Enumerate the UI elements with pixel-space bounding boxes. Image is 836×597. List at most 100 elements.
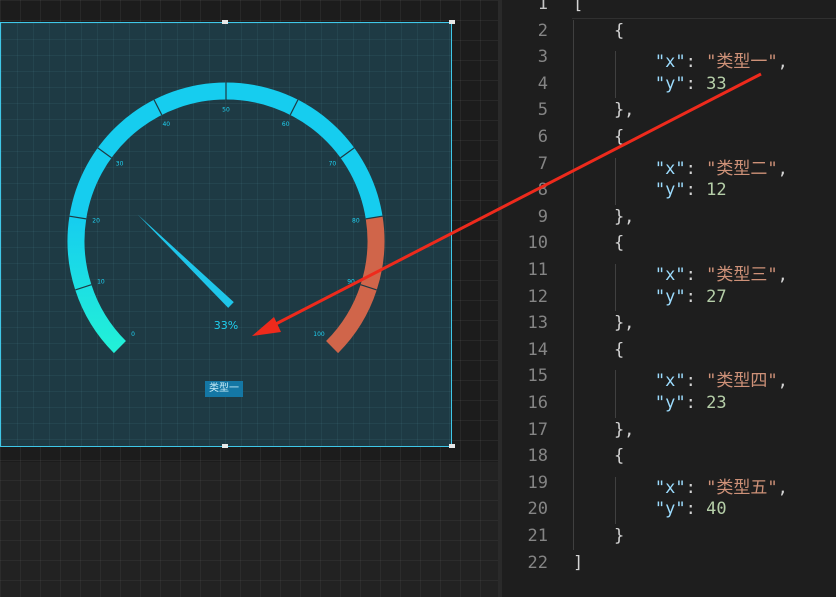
line-number: 11 (527, 260, 548, 280)
code-token: : (685, 73, 707, 94)
code-token: }, (573, 419, 635, 440)
code-line[interactable]: 15 "x": "类型四", (502, 366, 836, 393)
code-text: { (573, 446, 624, 466)
code-token: }, (573, 100, 635, 121)
code-token: [ (573, 0, 584, 14)
line-number: 8 (537, 180, 548, 201)
code-token: 40 (706, 499, 727, 520)
code-token: : (685, 499, 707, 520)
code-token: "y" (654, 286, 686, 307)
code-line[interactable]: 10 { (502, 233, 836, 260)
code-line[interactable]: 3 "x": "类型一", (502, 47, 836, 74)
gauge-name-badge: 类型一 (205, 381, 243, 397)
code-token: "类型三" (706, 265, 778, 285)
gauge-tick-label: 0 (131, 331, 135, 338)
line-number: 21 (527, 526, 548, 546)
code-line[interactable]: 2 { (502, 21, 836, 48)
line-number: 6 (537, 127, 548, 147)
code-line[interactable]: 13 }, (502, 313, 836, 340)
code-line[interactable]: 16 "y": 23 (502, 393, 836, 420)
code-line[interactable]: 11 "x": "类型三", (502, 260, 836, 287)
code-text: "x": "类型四", (573, 366, 788, 391)
code-token: : (685, 52, 707, 73)
gauge-tick-label: 30 (116, 161, 124, 168)
code-text: { (573, 21, 624, 41)
code-token: : (685, 180, 707, 201)
gauge-widget[interactable]: 0 10 20 30 40 50 60 70 80 90 100 33% 类型一 (0, 20, 455, 448)
code-line[interactable]: 6 { (502, 127, 836, 154)
resize-handle-bottom-right[interactable] (449, 444, 455, 448)
code-token: , (777, 371, 788, 392)
code-line[interactable]: 12 "y": 27 (502, 287, 836, 314)
code-token: 27 (706, 286, 727, 307)
code-line[interactable]: 7 "x": "类型二", (502, 154, 836, 181)
code-token: "类型四" (706, 371, 778, 392)
line-number: 14 (527, 339, 548, 360)
line-number: 1 (537, 0, 548, 14)
code-text: "y": 33 (573, 74, 727, 94)
code-token: "类型五" (706, 477, 778, 498)
code-line[interactable]: 17 }, (502, 420, 836, 447)
code-token: { (573, 446, 625, 467)
line-number: 9 (537, 206, 548, 227)
gauge-pointer (137, 214, 234, 308)
json-code-editor[interactable]: 1[2 {3 "x": "类型一", 4 "y": 33 5 }, 6 {7 "x":… (502, 0, 836, 597)
code-line[interactable]: 9 }, (502, 207, 836, 234)
gauge-tick-label: 10 (97, 279, 105, 286)
code-text: { (573, 340, 624, 360)
gauge-tick-label: 40 (162, 121, 170, 128)
line-number: 20 (527, 499, 548, 520)
design-canvas[interactable]: 0 10 20 30 40 50 60 70 80 90 100 33% 类型一 (0, 0, 500, 462)
code-token: "x" (654, 477, 686, 498)
resize-handle-top[interactable] (222, 20, 228, 24)
code-token: : (685, 477, 707, 498)
code-line[interactable]: 8 "y": 12 (502, 180, 836, 207)
code-token: "x" (654, 371, 686, 392)
code-line[interactable]: 19 "x": "类型五", (502, 473, 836, 500)
code-line[interactable]: 18 { (502, 446, 836, 473)
code-token: "y" (654, 499, 686, 520)
code-token: "x" (654, 52, 686, 73)
line-number: 13 (527, 313, 548, 334)
code-token: : (685, 158, 707, 179)
code-token: : (685, 265, 707, 285)
code-line[interactable]: 21 } (502, 526, 836, 553)
code-token: } (573, 526, 625, 546)
code-line[interactable]: 20 "y": 40 (502, 499, 836, 526)
code-token: 33 (706, 73, 727, 94)
resize-handle-top-right[interactable] (449, 20, 455, 24)
line-number: 4 (537, 73, 548, 94)
code-token: "y" (654, 180, 686, 201)
code-line[interactable]: 14 { (502, 340, 836, 367)
code-token: , (777, 265, 788, 285)
code-line[interactable]: 5 }, (502, 100, 836, 127)
code-token: { (573, 20, 625, 41)
code-line[interactable]: 1[ (502, 0, 836, 21)
code-token: { (573, 127, 625, 147)
code-text: "y": 40 (573, 499, 727, 519)
gauge-value-label: 33% (213, 319, 239, 332)
code-line[interactable]: 22] (502, 553, 836, 580)
code-text: "y": 12 (573, 180, 727, 200)
code-token: }, (573, 313, 635, 334)
code-token: { (573, 339, 625, 360)
code-text: { (573, 127, 624, 147)
gauge-tick-label: 20 (92, 217, 100, 224)
code-line[interactable]: 4 "y": 33 (502, 74, 836, 101)
code-token: , (777, 158, 788, 179)
gauge-tick-label: 90 (347, 279, 355, 286)
resize-handle-bottom[interactable] (222, 444, 228, 448)
code-token: "x" (654, 158, 686, 179)
line-number: 10 (527, 233, 548, 254)
code-token: , (777, 477, 788, 498)
code-text: }, (573, 207, 634, 227)
gauge-tick-label: 50 (222, 107, 230, 114)
line-number: 22 (527, 552, 548, 573)
code-text: "x": "类型二", (573, 154, 788, 179)
